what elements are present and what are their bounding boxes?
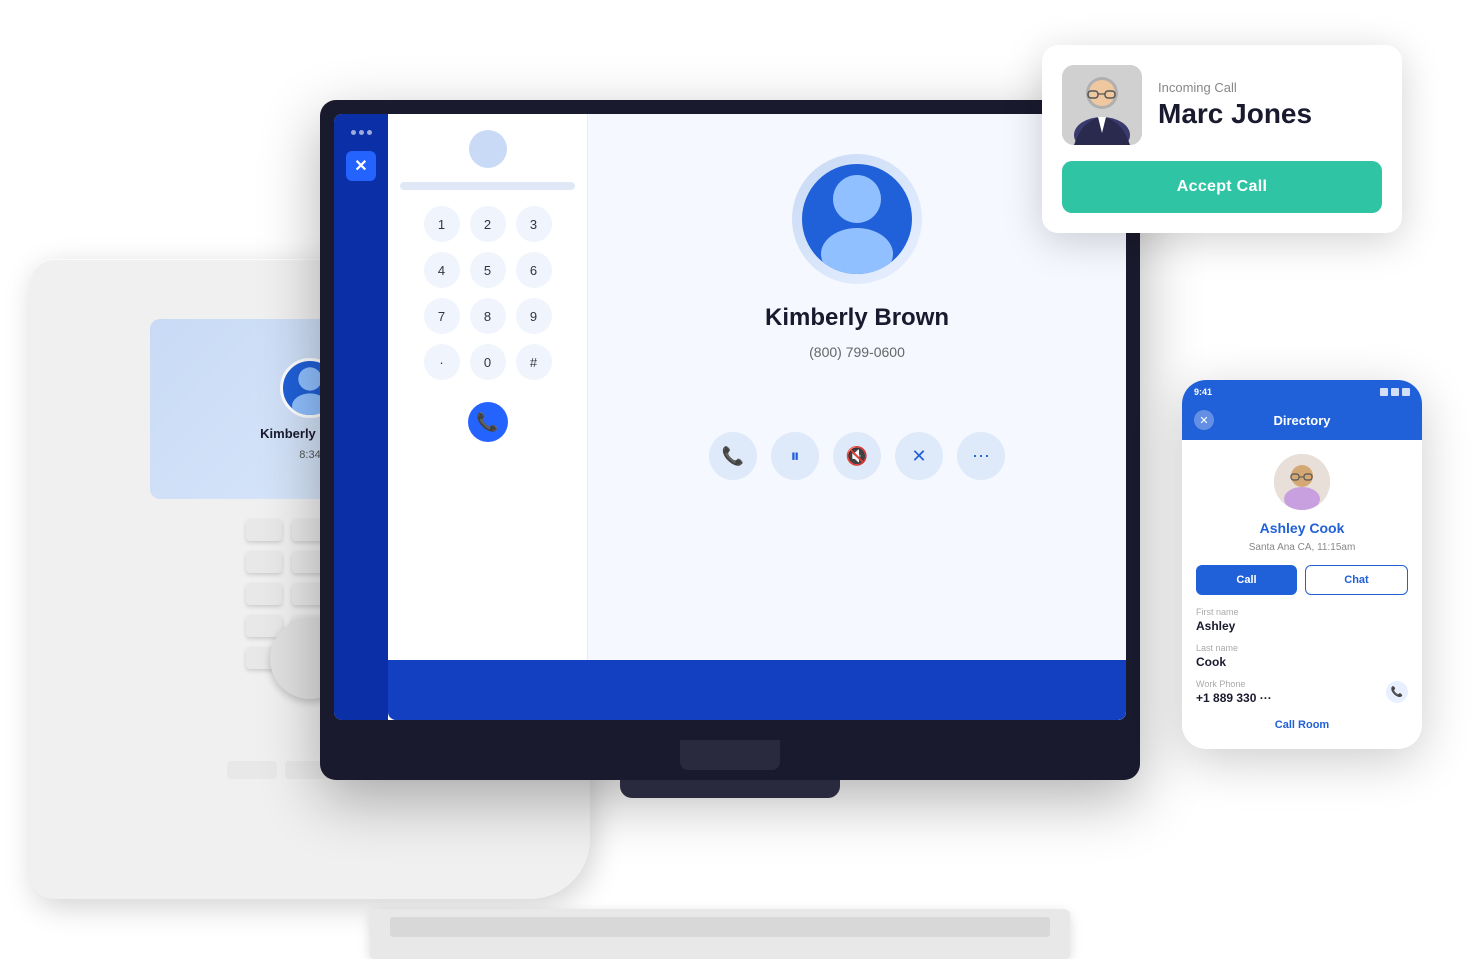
first-name-value: Ashley <box>1196 619 1408 633</box>
dial-panel: 1 2 3 4 5 6 7 8 9 · 0 # <box>388 114 588 720</box>
dial-input-bar <box>400 182 575 190</box>
last-name-value: Cook <box>1196 655 1408 669</box>
monitor-screen: ✕ 1 2 3 4 5 6 <box>334 114 1126 720</box>
app-main: 1 2 3 4 5 6 7 8 9 · 0 # <box>388 114 1126 720</box>
monitor-base <box>620 780 840 798</box>
contact-name: Kimberly Brown <box>765 304 949 332</box>
signal-icon <box>1380 388 1388 396</box>
keyboard-inner <box>390 917 1050 937</box>
bottom-bar <box>388 660 1126 720</box>
caller-row: Incoming Call Marc Jones <box>1062 65 1382 145</box>
call-action-end[interactable]: ✕ <box>895 432 943 480</box>
keypad-key-6[interactable]: 6 <box>516 252 552 288</box>
keypad-key-7[interactable]: 7 <box>424 298 460 334</box>
mobile-work-phone-row: Work Phone +1 889 330 ··· 📞 <box>1196 679 1408 705</box>
sidebar-dots <box>351 130 372 135</box>
call-action-more[interactable]: ⋯ <box>957 432 1005 480</box>
call-phone-icon[interactable]: 📞 <box>1386 681 1408 703</box>
keypad-grid: 1 2 3 4 5 6 7 8 9 · 0 # <box>424 206 552 380</box>
sidebar-dot <box>351 130 356 135</box>
call-action-phone[interactable]: 📞 <box>709 432 757 480</box>
keypad-key-1[interactable]: 1 <box>424 206 460 242</box>
keypad-key-4[interactable]: 4 <box>424 252 460 288</box>
dial-avatar <box>469 130 507 168</box>
mobile-directory-card: 9:41 ✕ Directory <box>1182 380 1422 749</box>
mobile-action-row: Call Chat <box>1196 565 1408 595</box>
caller-avatar <box>1062 65 1142 145</box>
desktop-monitor: ✕ 1 2 3 4 5 6 <box>320 100 1140 780</box>
caller-info: Incoming Call Marc Jones <box>1158 80 1312 130</box>
app-logo: ✕ <box>346 151 376 181</box>
mobile-last-name-field: Last name Cook <box>1196 643 1408 669</box>
keypad-key-2[interactable]: 2 <box>470 206 506 242</box>
keypad-key-5[interactable]: 5 <box>470 252 506 288</box>
accept-call-button[interactable]: Accept Call <box>1062 161 1382 213</box>
work-phone-label: Work Phone <box>1196 679 1272 689</box>
keypad-key-hash[interactable]: # <box>516 344 552 380</box>
call-action-mute[interactable]: 🔇 <box>833 432 881 480</box>
mobile-call-button[interactable]: Call <box>1196 565 1297 595</box>
mobile-header: ✕ Directory <box>1182 404 1422 440</box>
caller-name: Marc Jones <box>1158 99 1312 130</box>
phone-screen-time: 8:34 <box>299 449 320 461</box>
mobile-contact-location: Santa Ana CA, 11:15am <box>1249 542 1356 553</box>
mobile-contact-name: Ashley Cook <box>1260 520 1345 536</box>
call-room-button[interactable]: Call Room <box>1196 715 1408 735</box>
dial-call-button[interactable]: 📞 <box>468 402 508 442</box>
phone-key <box>246 615 282 637</box>
mobile-status-time: 9:41 <box>1194 387 1212 397</box>
work-phone-value: +1 889 330 ··· <box>1196 691 1272 705</box>
keypad-key-8[interactable]: 8 <box>470 298 506 334</box>
last-name-label: Last name <box>1196 643 1408 653</box>
incoming-call-card: Incoming Call Marc Jones Accept Call <box>1042 45 1402 233</box>
sidebar-dot <box>359 130 364 135</box>
keypad-key-dot[interactable]: · <box>424 344 460 380</box>
contact-avatar <box>802 164 912 274</box>
battery-icon <box>1402 388 1410 396</box>
keypad-key-0[interactable]: 0 <box>470 344 506 380</box>
contact-avatar-ring <box>792 154 922 284</box>
mobile-contact-avatar <box>1274 454 1330 510</box>
keypad-key-9[interactable]: 9 <box>516 298 552 334</box>
mobile-content: Ashley Cook Santa Ana CA, 11:15am Call C… <box>1182 440 1422 749</box>
call-actions: 📞 ⏸ 🔇 ✕ ⋯ <box>709 432 1005 480</box>
incoming-label: Incoming Call <box>1158 80 1312 95</box>
mobile-status-icons <box>1380 388 1410 396</box>
phone-key <box>246 551 282 573</box>
monitor-stand <box>680 740 780 770</box>
app-sidebar: ✕ <box>334 114 388 720</box>
call-action-hold[interactable]: ⏸ <box>771 432 819 480</box>
mobile-directory-title: Directory <box>1273 413 1330 428</box>
first-name-label: First name <box>1196 607 1408 617</box>
contact-phone: (800) 799-0600 <box>809 344 905 360</box>
keypad-key-3[interactable]: 3 <box>516 206 552 242</box>
mobile-close-button[interactable]: ✕ <box>1194 410 1214 430</box>
laptop-keyboard <box>370 909 1070 959</box>
phone-key <box>246 583 282 605</box>
mobile-status-bar: 9:41 <box>1182 380 1422 404</box>
work-phone-group: Work Phone +1 889 330 ··· <box>1196 679 1272 705</box>
monitor-frame: ✕ 1 2 3 4 5 6 <box>320 100 1140 780</box>
sidebar-dot <box>367 130 372 135</box>
mobile-chat-button[interactable]: Chat <box>1305 565 1408 595</box>
phone-key <box>246 519 282 541</box>
wifi-icon <box>1391 388 1399 396</box>
scene: Kimberly Brown 8:34 <box>0 0 1482 929</box>
phone-action-key <box>227 761 277 779</box>
mobile-first-name-field: First name Ashley <box>1196 607 1408 633</box>
